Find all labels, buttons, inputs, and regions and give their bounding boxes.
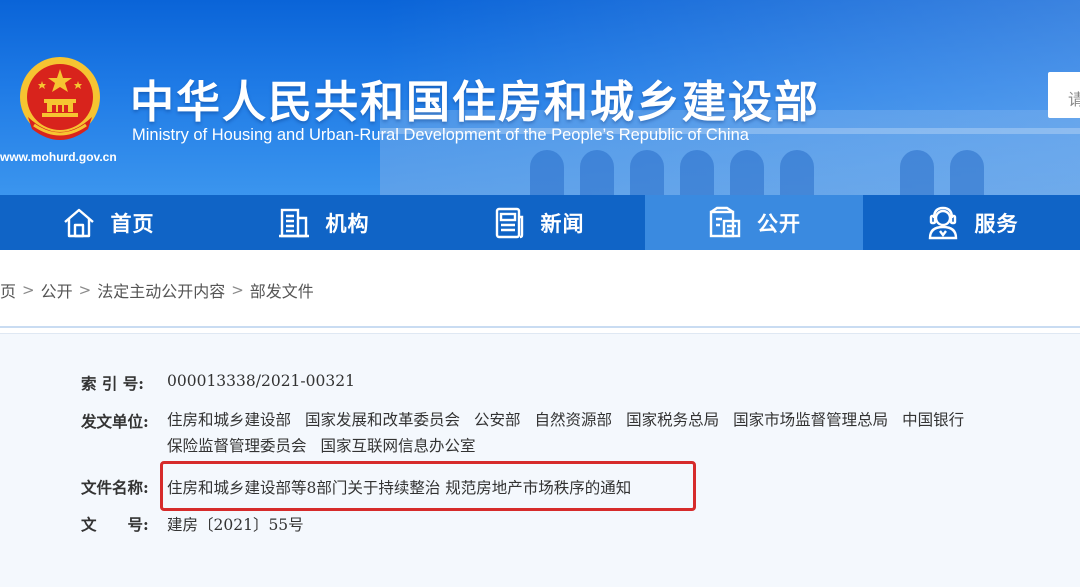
header-banner: 中华人民共和国住房和城乡建设部 Ministry of Housing and … <box>0 0 1080 195</box>
breadcrumb-divider <box>0 326 1080 328</box>
nav-item-home[interactable]: 首页 <box>0 195 215 250</box>
site-subtitle: Ministry of Housing and Urban-Rural Deve… <box>132 126 749 144</box>
document-name-label: 文件名称: <box>81 478 149 497</box>
nav-label: 公开 <box>757 211 801 236</box>
building-icon <box>276 205 312 241</box>
breadcrumb-separator: > <box>78 281 92 299</box>
issuer-label: 发文单位: <box>81 412 149 431</box>
issuer-item: 保险监督管理委员会 <box>167 437 307 455</box>
nav-item-public[interactable]: 公开 <box>645 195 863 250</box>
issuer-line: 住房和城乡建设部 国家发展和改革委员会 公安部 自然资源部 国家税务总局 国家市场监督管理… <box>167 407 978 433</box>
issuer-item: 国家发展和改革委员会 <box>305 411 461 429</box>
issuer-item: 住房和城乡建设部 <box>167 411 292 429</box>
nav-label: 首页 <box>110 211 155 236</box>
main-nav: 首页 机构 新闻 公开 服务 <box>0 195 1080 250</box>
breadcrumb: 页 > 公开 > 法定主动公开内容 > 部发文件 <box>0 278 314 302</box>
document-number-label: 文 号: <box>81 515 149 534</box>
breadcrumb-home[interactable]: 页 <box>0 278 16 302</box>
home-icon <box>61 205 97 241</box>
service-person-icon <box>925 205 961 241</box>
nav-item-news[interactable]: 新闻 <box>430 195 645 250</box>
issuer-item: 自然资源部 <box>534 411 613 429</box>
red-highlight-annotation <box>160 461 696 511</box>
nav-label: 服务 <box>974 211 1019 236</box>
issuer-line: 保险监督管理委员会 国家互联网信息办公室 <box>167 433 978 459</box>
issuer-item: 国家税务总局 <box>626 411 720 429</box>
breadcrumb-public[interactable]: 公开 <box>41 278 73 302</box>
issuer-item: 公安部 <box>474 411 521 429</box>
site-url[interactable]: www.mohurd.gov.cn <box>0 150 117 164</box>
breadcrumb-separator: > <box>22 281 35 299</box>
issuer-item: 中国银行 <box>902 411 965 429</box>
nav-label: 机构 <box>325 211 370 236</box>
index-number-label: 索 引 号: <box>81 374 145 393</box>
national-emblem-icon <box>18 55 102 143</box>
breadcrumb-ministry-documents[interactable]: 部发文件 <box>250 278 314 302</box>
document-number-value: 建房〔2021〕55号 <box>167 516 304 534</box>
search-input[interactable]: 请 <box>1048 72 1080 118</box>
index-number-value: 000013338/2021-00321 <box>167 372 355 390</box>
issuer-item: 国家市场监督管理总局 <box>733 411 889 429</box>
document-info-panel <box>0 333 1080 587</box>
newspaper-icon <box>491 205 527 241</box>
nav-item-organization[interactable]: 机构 <box>215 195 430 250</box>
nav-item-service[interactable]: 服务 <box>863 195 1080 250</box>
issuer-list: 住房和城乡建设部 国家发展和改革委员会 公安部 自然资源部 国家税务总局 国家市场监督管理… <box>167 407 978 459</box>
breadcrumb-statutory-content[interactable]: 法定主动公开内容 <box>97 278 225 302</box>
site-title: 中华人民共和国住房和城乡建设部 <box>130 77 820 128</box>
breadcrumb-separator: > <box>231 281 244 299</box>
issuer-item: 国家互联网信息办公室 <box>320 437 476 455</box>
nav-label: 新闻 <box>540 211 585 236</box>
document-folder-icon <box>707 205 743 241</box>
